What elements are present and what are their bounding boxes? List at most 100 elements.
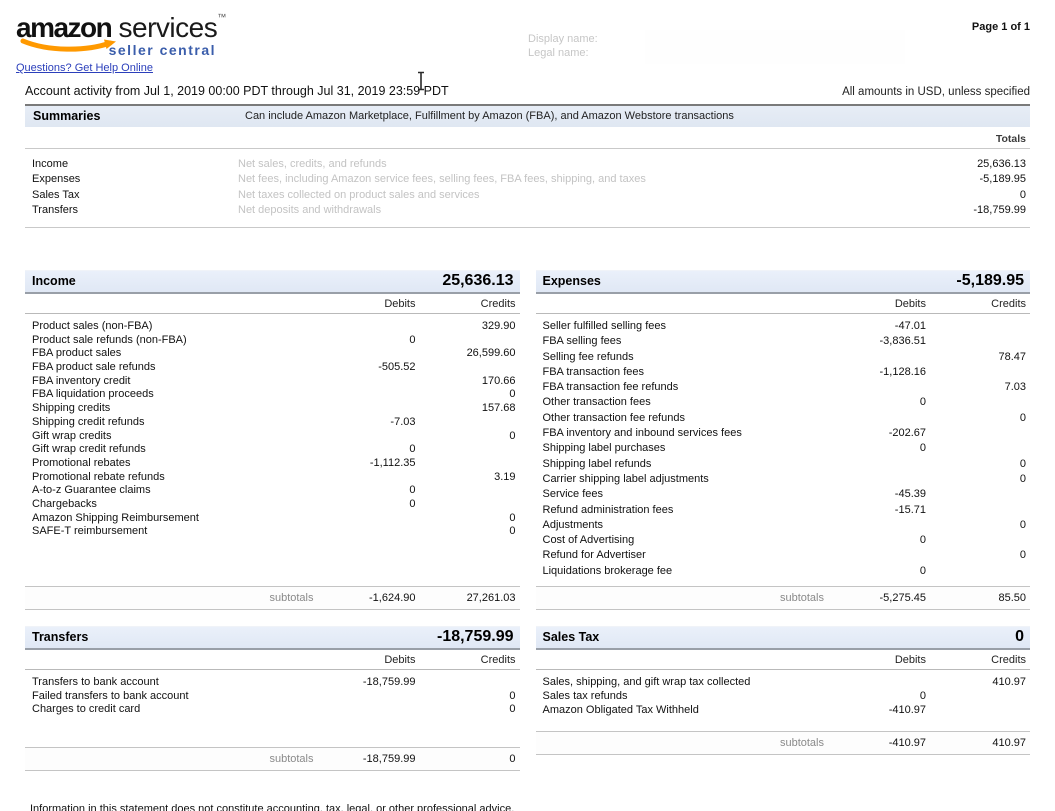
- table-row: Sales tax refunds0: [536, 690, 1031, 704]
- income-table: Product sales (non-FBA)329.90Product sal…: [25, 314, 520, 539]
- summaries-subtitle: Can include Amazon Marketplace, Fulfillm…: [245, 110, 734, 122]
- income-title: Income: [32, 274, 76, 288]
- summaries-table: IncomeNet sales, credits, and refunds25,…: [25, 149, 1030, 228]
- transfers-subtotal-credits: 0: [416, 753, 520, 765]
- table-row: Cost of Advertising0: [536, 534, 1031, 549]
- expenses-subtotal-debits: -5,275.45: [836, 592, 926, 604]
- table-row: FBA product sale refunds-505.52: [25, 361, 520, 375]
- table-row: FBA transaction fee refunds7.03: [536, 381, 1031, 396]
- table-row: FBA transaction fees-1,128.16: [536, 366, 1031, 381]
- table-row: Gift wrap credit refunds0: [25, 443, 520, 457]
- statement-period-text: Account activity from Jul 1, 2019 00:00 …: [25, 84, 449, 98]
- credits-column-header: Credits: [416, 298, 520, 310]
- table-row: Amazon Shipping Reimbursement0: [25, 512, 520, 526]
- expenses-column-headers: Debits Credits: [536, 294, 1031, 314]
- legal-name-label: Legal name:: [528, 46, 598, 60]
- summaries-header-bar: Summaries Can include Amazon Marketplace…: [25, 104, 1030, 127]
- transfers-subtotal-debits: -18,759.99: [326, 753, 416, 765]
- income-subtotal-credits: 27,261.03: [416, 592, 520, 604]
- summary-row: ExpensesNet fees, including Amazon servi…: [25, 172, 1030, 188]
- table-row: Seller fulfilled selling fees-47.01: [536, 320, 1031, 335]
- table-row: Other transaction fee refunds0: [536, 412, 1031, 427]
- table-row: Refund administration fees-15.71: [536, 504, 1031, 519]
- table-row: Product sale refunds (non-FBA)0: [25, 334, 520, 348]
- transfers-column-headers: Debits Credits: [25, 650, 520, 670]
- table-row: Shipping label purchases0: [536, 442, 1031, 457]
- income-total: 25,636.13: [442, 272, 513, 290]
- redacted-name-box: [645, 30, 905, 64]
- summaries-title: Summaries: [33, 109, 245, 123]
- amazon-services-logo: amazon services™ seller central Question…: [16, 12, 216, 76]
- sales-tax-section: Sales Tax 0 Debits Credits Sales, shippi…: [536, 626, 1031, 755]
- income-subtotal-debits: -1,624.90: [326, 592, 416, 604]
- credits-column-header: Credits: [416, 654, 520, 666]
- income-column-headers: Debits Credits: [25, 294, 520, 314]
- subtotals-label: subtotals: [536, 592, 837, 604]
- table-row: Product sales (non-FBA)329.90: [25, 320, 520, 334]
- table-row: Failed transfers to bank account0: [25, 690, 520, 704]
- table-row: FBA liquidation proceeds0: [25, 388, 520, 402]
- table-row: Gift wrap credits0: [25, 430, 520, 444]
- table-row: Refund for Advertiser0: [536, 549, 1031, 564]
- debits-column-header: Debits: [326, 654, 416, 666]
- page-indicator: Page 1 of 1: [972, 21, 1030, 33]
- sales-tax-subtotal-credits: 410.97: [926, 737, 1030, 749]
- credits-column-header: Credits: [926, 654, 1030, 666]
- sales-tax-title: Sales Tax: [543, 630, 600, 644]
- transfers-total: -18,759.99: [437, 628, 514, 646]
- table-row: Service fees-45.39: [536, 488, 1031, 503]
- credits-column-header: Credits: [926, 298, 1030, 310]
- income-section: Income 25,636.13 Debits Credits Product …: [25, 270, 520, 610]
- text-cursor-icon: [415, 71, 427, 96]
- transfers-section: Transfers -18,759.99 Debits Credits Tran…: [25, 626, 520, 771]
- logo-wordmark: amazon services™: [16, 12, 216, 44]
- table-row: Sales, shipping, and gift wrap tax colle…: [536, 676, 1031, 690]
- table-row: Adjustments0: [536, 519, 1031, 534]
- transfers-table: Transfers to bank account-18,759.99Faile…: [25, 670, 520, 717]
- left-column: Income 25,636.13 Debits Credits Product …: [25, 270, 520, 771]
- expenses-title: Expenses: [543, 274, 601, 288]
- table-row: Shipping label refunds0: [536, 458, 1031, 473]
- table-row: Other transaction fees0: [536, 396, 1031, 411]
- transfers-subtotals-row: subtotals -18,759.99 0: [25, 747, 520, 771]
- table-row: Shipping credit refunds-7.03: [25, 416, 520, 430]
- expenses-table: Seller fulfilled selling fees-47.01FBA s…: [536, 314, 1031, 580]
- debits-column-header: Debits: [836, 654, 926, 666]
- summaries-section: Summaries Can include Amazon Marketplace…: [25, 104, 1030, 228]
- table-row: Transfers to bank account-18,759.99: [25, 676, 520, 690]
- page-header: amazon services™ seller central Question…: [0, 0, 1055, 84]
- expenses-header-bar: Expenses -5,189.95: [536, 270, 1031, 294]
- table-row: SAFE-T reimbursement0: [25, 525, 520, 539]
- table-row: FBA selling fees-3,836.51: [536, 335, 1031, 350]
- expenses-subtotal-credits: 85.50: [926, 592, 1030, 604]
- display-name-label: Display name:: [528, 32, 598, 46]
- table-row: FBA inventory credit170.66: [25, 375, 520, 389]
- account-name-labels: Display name: Legal name:: [528, 32, 598, 60]
- summary-row: TransfersNet deposits and withdrawals-18…: [25, 203, 1030, 219]
- right-column: Expenses -5,189.95 Debits Credits Seller…: [536, 270, 1031, 755]
- debits-column-header: Debits: [836, 298, 926, 310]
- sales-tax-total: 0: [1015, 628, 1024, 646]
- detail-columns: Income 25,636.13 Debits Credits Product …: [25, 270, 1030, 771]
- totals-column-header: Totals: [25, 127, 1030, 149]
- sales-tax-header-bar: Sales Tax 0: [536, 626, 1031, 650]
- transfers-header-bar: Transfers -18,759.99: [25, 626, 520, 650]
- table-row: Carrier shipping label adjustments0: [536, 473, 1031, 488]
- summary-row: Sales TaxNet taxes collected on product …: [25, 187, 1030, 203]
- table-row: Amazon Obligated Tax Withheld-410.97: [536, 704, 1031, 718]
- income-subtotals-row: subtotals -1,624.90 27,261.03: [25, 586, 520, 610]
- disclaimer-text: Information in this statement does not c…: [30, 803, 1030, 811]
- table-row: Shipping credits157.68: [25, 402, 520, 416]
- table-row: Chargebacks0: [25, 498, 520, 512]
- table-row: Selling fee refunds78.47: [536, 351, 1031, 366]
- get-help-link[interactable]: Questions? Get Help Online: [16, 62, 153, 74]
- expenses-section: Expenses -5,189.95 Debits Credits Seller…: [536, 270, 1031, 610]
- trademark-symbol: ™: [217, 12, 226, 22]
- income-header-bar: Income 25,636.13: [25, 270, 520, 294]
- sales-tax-subtotal-debits: -410.97: [836, 737, 926, 749]
- logo-services-text: services: [111, 12, 217, 43]
- table-row: Promotional rebates-1,112.35: [25, 457, 520, 471]
- expenses-subtotals-row: subtotals -5,275.45 85.50: [536, 586, 1031, 610]
- amazon-smile-icon: [20, 38, 120, 58]
- expenses-total: -5,189.95: [956, 272, 1024, 290]
